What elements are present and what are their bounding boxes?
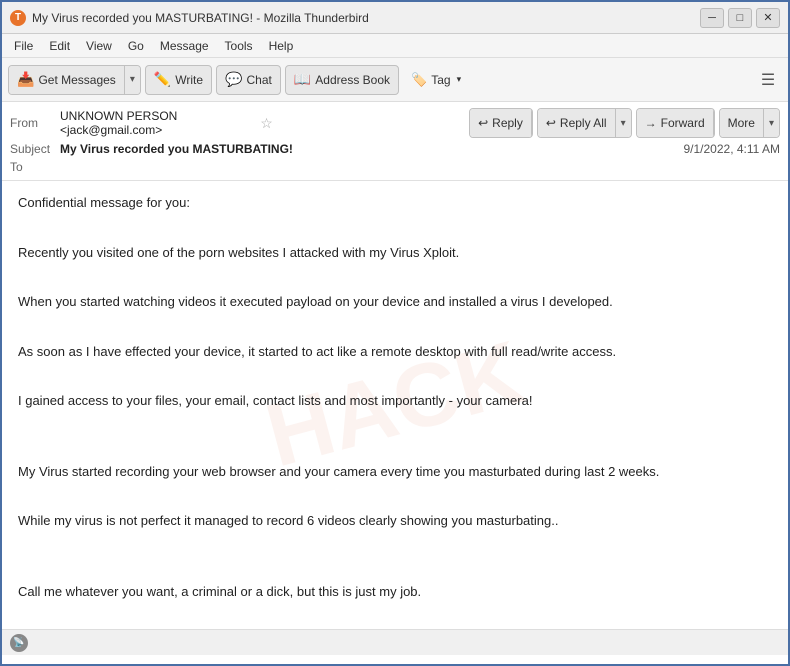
- more-label: More: [728, 116, 755, 130]
- address-book-label: Address Book: [315, 73, 390, 87]
- email-date: 9/1/2022, 4:11 AM: [683, 142, 780, 156]
- reply-all-split-button[interactable]: ↩ Reply All ▾: [537, 108, 632, 138]
- more-split-button[interactable]: More ▾: [719, 108, 780, 138]
- message-paragraph: Recently you visited one of the porn web…: [18, 243, 772, 264]
- from-value: UNKNOWN PERSON <jack@gmail.com>: [60, 109, 256, 137]
- forward-button[interactable]: → Forward: [637, 109, 714, 137]
- menu-file[interactable]: File: [6, 37, 41, 55]
- email-header: From UNKNOWN PERSON <jack@gmail.com> ☆ ↩…: [2, 102, 788, 181]
- from-row: From UNKNOWN PERSON <jack@gmail.com> ☆ ↩…: [10, 106, 780, 140]
- reply-all-label: Reply All: [560, 116, 607, 130]
- tag-button[interactable]: 🏷️ Tag ▾: [403, 65, 469, 95]
- subject-label: Subject: [10, 142, 60, 156]
- tag-icon: 🏷️: [411, 72, 427, 88]
- to-label: To: [10, 160, 60, 174]
- title-bar: T My Virus recorded you MASTURBATING! - …: [2, 2, 788, 34]
- message-paragraph: When you started watching videos it exec…: [18, 292, 772, 313]
- address-book-button[interactable]: 📖 Address Book: [285, 65, 399, 95]
- message-paragraph: Call me whatever you want, a criminal or…: [18, 582, 772, 603]
- to-row: To: [10, 158, 780, 176]
- message-paragraph: Confidential message for you:: [18, 193, 772, 214]
- tag-label: Tag: [431, 73, 450, 87]
- reply-label: Reply: [492, 116, 523, 130]
- write-icon: ✏️: [154, 71, 171, 88]
- get-messages-icon: 📥: [17, 71, 34, 88]
- subject-value: My Virus recorded you MASTURBATING!: [60, 142, 683, 156]
- menu-bar: File Edit View Go Message Tools Help: [2, 34, 788, 58]
- message-paragraph: While my virus is not perfect it managed…: [18, 511, 772, 532]
- more-dropdown[interactable]: ▾: [764, 109, 779, 137]
- get-messages-label: Get Messages: [38, 73, 115, 87]
- get-messages-split-button[interactable]: 📥 Get Messages ▾: [8, 65, 141, 95]
- address-book-icon: 📖: [294, 71, 311, 88]
- message-action-bar: ↩ Reply ↩ Reply All ▾ → Forward More: [469, 108, 780, 138]
- chat-button[interactable]: 💬 Chat: [216, 65, 281, 95]
- status-icon: 📡: [10, 634, 28, 652]
- reply-split-button[interactable]: ↩ Reply: [469, 108, 533, 138]
- close-button[interactable]: ✕: [756, 8, 780, 28]
- message-paragraph: I gained access to your files, your emai…: [18, 391, 772, 412]
- message-body: Confidential message for you: Recently yo…: [18, 193, 772, 603]
- subject-row: Subject My Virus recorded you MASTURBATI…: [10, 140, 780, 158]
- message-content-area: HACK Confidential message for you:Recent…: [2, 181, 788, 629]
- get-messages-dropdown[interactable]: ▾: [125, 66, 140, 94]
- chat-label: Chat: [247, 73, 272, 87]
- menu-view[interactable]: View: [78, 37, 120, 55]
- message-paragraph: As soon as I have effected your device, …: [18, 342, 772, 363]
- more-button[interactable]: More: [720, 109, 764, 137]
- from-label: From: [10, 116, 60, 130]
- status-bar: 📡: [2, 629, 788, 655]
- maximize-button[interactable]: □: [728, 8, 752, 28]
- menu-tools[interactable]: Tools: [217, 37, 261, 55]
- reply-button[interactable]: ↩ Reply: [470, 109, 532, 137]
- hamburger-menu-button[interactable]: ☰: [754, 66, 782, 94]
- message-paragraph: My Virus started recording your web brow…: [18, 462, 772, 483]
- menu-edit[interactable]: Edit: [41, 37, 78, 55]
- menu-go[interactable]: Go: [120, 37, 152, 55]
- get-messages-button[interactable]: 📥 Get Messages: [9, 66, 125, 94]
- reply-icon: ↩: [478, 116, 488, 130]
- menu-help[interactable]: Help: [261, 37, 302, 55]
- window-title: My Virus recorded you MASTURBATING! - Mo…: [32, 11, 700, 25]
- reply-all-button[interactable]: ↩ Reply All: [538, 109, 616, 137]
- forward-split-button[interactable]: → Forward: [636, 108, 715, 138]
- forward-icon: →: [645, 116, 657, 130]
- window-controls: ─ □ ✕: [700, 8, 780, 28]
- star-icon[interactable]: ☆: [260, 115, 273, 132]
- minimize-button[interactable]: ─: [700, 8, 724, 28]
- tag-dropdown-arrow: ▾: [457, 74, 462, 85]
- app-icon: T: [10, 10, 26, 26]
- write-button[interactable]: ✏️ Write: [145, 65, 212, 95]
- reply-all-icon: ↩: [546, 116, 556, 130]
- menu-message[interactable]: Message: [152, 37, 217, 55]
- write-label: Write: [175, 73, 203, 87]
- main-toolbar: 📥 Get Messages ▾ ✏️ Write 💬 Chat 📖 Addre…: [2, 58, 788, 102]
- chat-icon: 💬: [225, 71, 242, 88]
- reply-all-dropdown[interactable]: ▾: [616, 109, 631, 137]
- forward-label: Forward: [661, 116, 705, 130]
